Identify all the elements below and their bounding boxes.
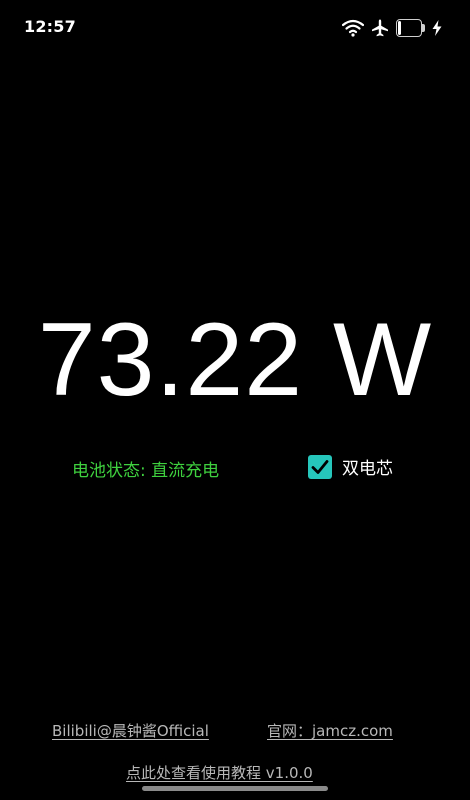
home-indicator[interactable] [142,786,328,791]
battery-status-text: 电池状态: 直流充电 [72,461,220,481]
checkbox-checked[interactable] [308,454,332,479]
charging-bolt-icon [432,20,442,36]
battery-level: 6 [404,21,414,35]
checkmark-icon [311,459,329,474]
battery-icon: 6 [396,19,426,37]
bilibili-link[interactable]: Bilibili@晨钟酱Official [52,720,209,741]
dual-cell-label: 双电芯 [342,459,393,479]
status-icons: 6 [342,18,442,38]
tutorial-link[interactable]: 点此处查看使用教程 v1.0.0 [126,762,313,783]
dual-cell-checkbox[interactable]: 双电芯 [308,454,393,479]
website-link[interactable]: 官网：jamcz.com [267,720,393,741]
power-reading: 73.22 W [37,302,433,418]
status-bar: 12:57 6 [0,0,470,56]
airplane-icon [370,18,390,38]
wifi-icon [342,19,364,37]
status-time: 12:57 [24,17,76,36]
